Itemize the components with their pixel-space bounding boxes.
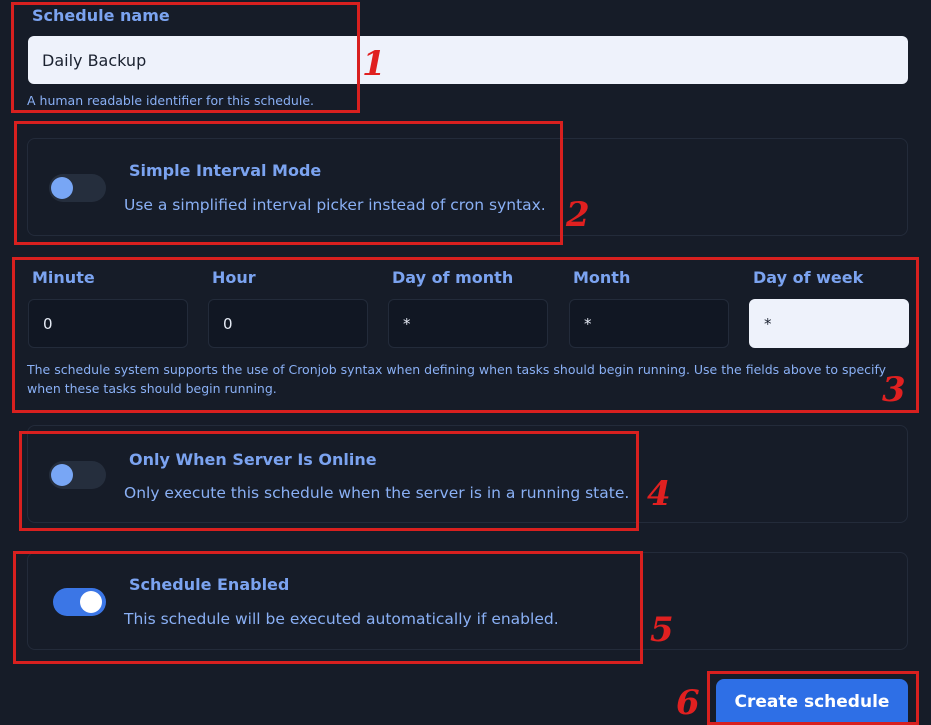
create-schedule-form: Schedule name A human readable identifie… <box>0 0 931 725</box>
annotation-box-6 <box>707 671 919 725</box>
annotation-number-3: 3 <box>882 370 906 410</box>
annotation-box-1 <box>11 2 360 113</box>
annotation-box-2 <box>14 121 563 245</box>
annotation-box-4 <box>19 431 639 531</box>
annotation-number-1: 1 <box>362 44 386 84</box>
annotation-number-5: 5 <box>650 610 674 650</box>
annotation-number-4: 4 <box>647 474 671 514</box>
annotation-box-3 <box>12 257 919 413</box>
annotation-number-2: 2 <box>566 195 590 235</box>
annotation-box-5 <box>13 551 643 664</box>
annotation-number-6: 6 <box>676 683 700 723</box>
